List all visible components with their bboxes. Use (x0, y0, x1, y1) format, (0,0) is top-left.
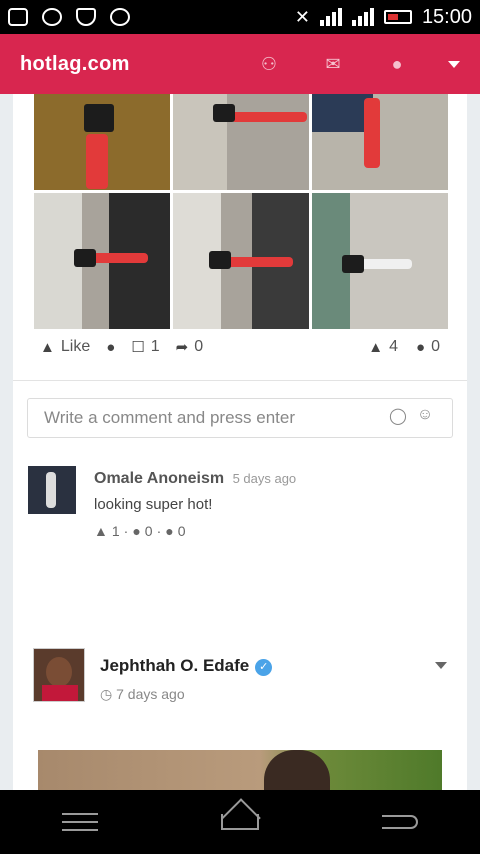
exclamation-icon[interactable]: ● (132, 523, 140, 539)
gallery-photo[interactable] (312, 193, 448, 329)
globe-icon[interactable]: ● (384, 53, 410, 75)
signal-icon (319, 8, 342, 26)
back-button[interactable] (380, 810, 420, 834)
photo-gallery (34, 94, 448, 329)
news-feed[interactable]: ▲Like ● ☐1 ➦0 ▲4 ●0 ◯ ☺ Omale Anoneism 5… (0, 94, 480, 790)
mute-icon: ✕ (294, 6, 310, 27)
gallery-photo[interactable] (173, 94, 309, 190)
reply-icon[interactable]: ● (165, 523, 173, 539)
home-icon (221, 814, 259, 830)
avatar[interactable] (28, 466, 76, 514)
comment-likes: 1 (111, 523, 120, 539)
comment-dislikes: 0 (144, 523, 153, 539)
dislike-button[interactable]: ● (106, 339, 115, 356)
thumbs-up-icon[interactable]: ▲ (94, 523, 108, 539)
post-card: ▲Like ● ☐1 ➦0 ▲4 ●0 ◯ ☺ Omale Anoneism 5… (13, 94, 467, 686)
comment-time: 5 days ago (232, 471, 297, 486)
chat-icon[interactable]: ✉ (320, 53, 346, 75)
dislikes-count: 0 (431, 338, 440, 355)
home-button[interactable] (220, 810, 260, 834)
back-icon (382, 815, 418, 829)
comments-count: 1 (150, 338, 160, 355)
messages-icon (8, 8, 28, 26)
battery-icon (383, 10, 412, 24)
post-card: Jephthah O. Edafe ✓ ◷ 7 days ago (13, 622, 467, 790)
signal-icon (351, 8, 374, 26)
verified-icon: ✓ (255, 659, 273, 676)
comment-text: looking super hot! (94, 496, 213, 513)
comments-icon: ☐ (131, 339, 145, 356)
friends-icon[interactable]: ⚇ (256, 53, 282, 75)
app-header: hotlag.com ⚇ ✉ ● (0, 34, 480, 94)
comment-replies: 0 (177, 523, 186, 539)
comment-author[interactable]: Omale Anoneism (94, 470, 224, 487)
like-button[interactable]: ▲ Like (40, 338, 90, 356)
status-time: 15:00 (421, 5, 472, 28)
comment-meta: ▲ 1 · ● 0 · ● 0 (94, 523, 186, 539)
clock-icon: ◷ (100, 686, 113, 702)
exclamation-icon: ● (106, 338, 116, 356)
post-actions: ▲ Like ● ☐ 1 ➦ 0 ▲ 4 ● 0 (40, 338, 440, 356)
likes-summary[interactable]: ▲ 4 (368, 338, 398, 356)
gallery-photo[interactable] (173, 193, 309, 329)
divider (13, 380, 467, 381)
upload-icon (110, 8, 130, 26)
thumbs-up-icon: ▲ (368, 338, 384, 356)
share-button[interactable]: ➦ 0 (176, 338, 203, 356)
status-bar: ✕ 15:00 (0, 0, 480, 34)
post-image[interactable] (38, 750, 442, 790)
brand-logo[interactable]: hotlag.com (20, 53, 130, 76)
comments-button[interactable]: ☐ 1 (131, 338, 159, 356)
shield-icon (76, 8, 96, 26)
chat-bubble-icon[interactable]: ◯ (389, 406, 407, 426)
share-icon: ➦ (175, 339, 189, 356)
post-options-caret-icon[interactable] (435, 662, 447, 669)
gallery-photo[interactable] (312, 94, 448, 190)
shares-count: 0 (194, 338, 204, 355)
system-nav-bar (0, 790, 480, 854)
post-time: 7 days ago (116, 686, 185, 702)
avatar[interactable] (33, 648, 85, 702)
menu-icon (62, 813, 98, 831)
like-label: Like (60, 338, 91, 355)
caret-down-icon[interactable] (448, 60, 460, 68)
gallery-photo[interactable] (34, 193, 170, 329)
gallery-photo[interactable] (34, 94, 170, 190)
smiley-icon[interactable]: ☺ (417, 406, 433, 426)
post-author[interactable]: Jephthah O. Edafe (100, 656, 249, 675)
instagram-icon (42, 8, 62, 26)
exclamation-icon: ● (416, 338, 426, 356)
thumbs-up-icon: ▲ (40, 338, 55, 356)
dislikes-summary[interactable]: ● 0 (416, 338, 440, 356)
menu-button[interactable] (60, 810, 100, 834)
likes-count: 4 (389, 338, 399, 355)
